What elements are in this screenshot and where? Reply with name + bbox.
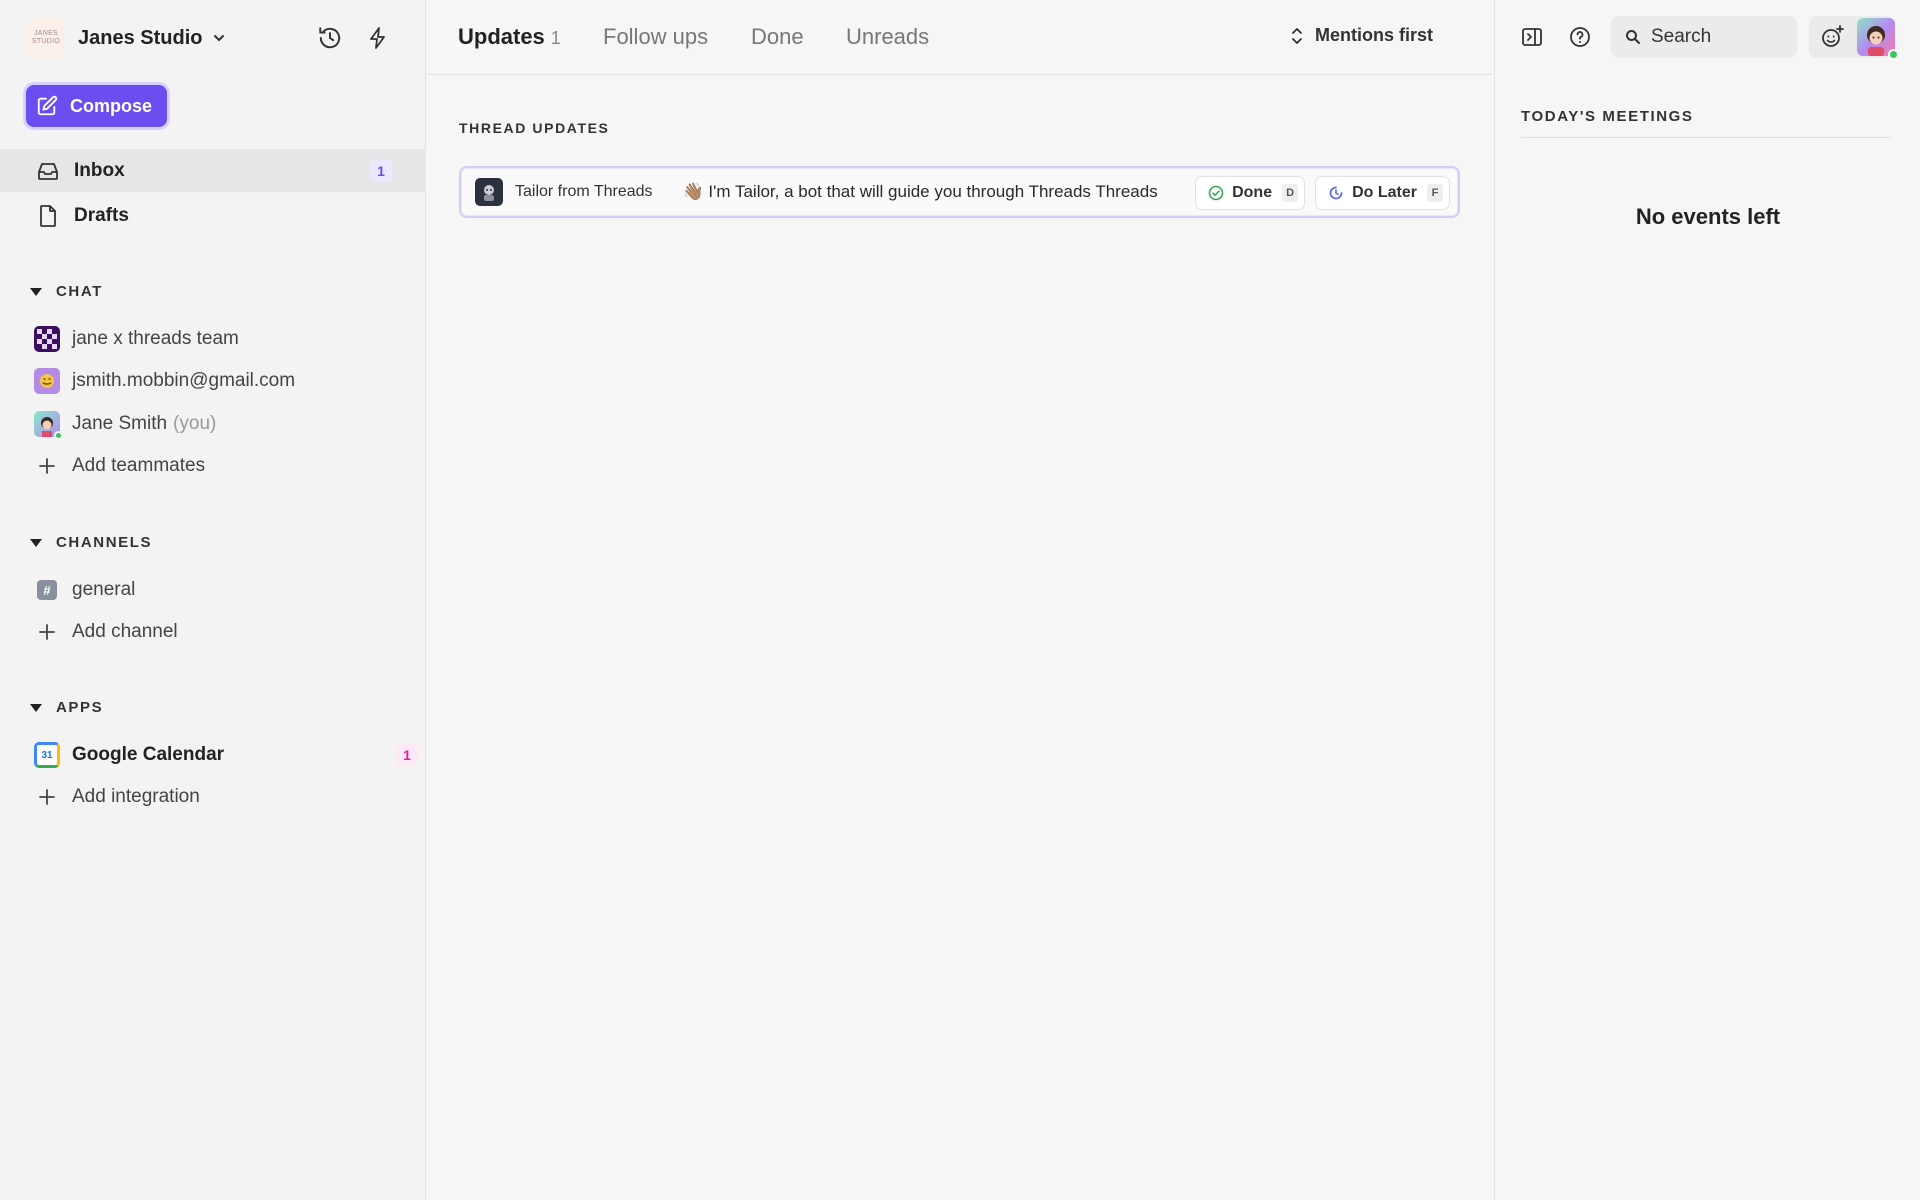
section-header: APPS [56,699,104,716]
workspace-name: Janes Studio [78,26,203,49]
chat-item-team[interactable]: jane x threads team [34,322,239,356]
compose-icon [37,95,58,116]
tab-updates[interactable]: Updates 1 [458,24,561,50]
inbox-icon [38,162,58,180]
compose-label: Compose [70,95,153,116]
chat-item-label: jsmith.mobbin@gmail.com [72,370,296,391]
meetings-heading: TODAY'S MEETINGS [1521,108,1694,125]
hash-icon: # [37,580,57,600]
compose-button[interactable]: Compose [26,85,167,127]
tab-done[interactable]: Done [751,24,804,50]
section-header: CHAT [56,283,103,300]
add-label: Add teammates [72,455,206,476]
sidebar: JANES STUDIO Janes Studio Compose Inbox … [0,0,426,1200]
add-integration-button[interactable]: Add integration [34,780,200,814]
section-header: CHANNELS [56,534,153,551]
workspace-logo: JANES STUDIO [26,18,66,58]
chat-item-self[interactable]: Jane Smith (you) [34,407,216,441]
help-icon[interactable] [1565,22,1595,52]
add-teammates-button[interactable]: Add teammates [34,449,205,483]
caret-down-icon [30,703,42,712]
app-item-google-calendar[interactable]: 31 Google Calendar 1 [34,738,418,772]
done-label: Done [1232,184,1273,201]
caret-down-icon [30,538,42,547]
channel-item-label: general [72,579,136,600]
app-count-badge: 1 [396,744,418,766]
calendar-icon-text: 31 [41,749,53,761]
plus-icon [34,453,60,479]
search-icon [1626,30,1640,44]
tab-follow-ups[interactable]: Follow ups [603,24,708,50]
inbox-count-badge: 1 [370,160,392,182]
history-icon[interactable] [316,24,344,52]
sidebar-item-label: Inbox [74,159,125,181]
tab-label: Updates [458,24,545,49]
bot-avatar-icon [475,178,503,206]
do-later-label: Do Later [1352,184,1417,201]
add-status-icon[interactable] [1817,22,1847,52]
divider [1521,137,1891,138]
online-status-dot [1888,49,1899,60]
user-avatar-icon [34,411,63,440]
tab-count: 1 [550,28,561,48]
google-calendar-icon: 31 [34,742,60,768]
chat-item-label: Jane Smith [72,413,168,434]
right-panel: Search TODAY'S MEETINGS No events left [1494,0,1920,1200]
thread-updates-heading: THREAD UPDATES [459,120,610,136]
app-item-label: Google Calendar [72,744,225,765]
caret-down-icon [30,287,42,296]
do-later-shortcut: F [1427,184,1443,202]
chevron-down-icon [214,35,225,41]
sidebar-item-inbox[interactable]: Inbox 1 [0,149,426,192]
toggle-panel-icon[interactable] [1517,22,1547,52]
sort-dropdown[interactable]: Mentions first [1289,25,1433,46]
workspace-switcher[interactable]: JANES STUDIO Janes Studio [26,18,226,58]
tab-label: Unreads [846,24,930,49]
mark-done-button[interactable]: Done D [1195,176,1306,210]
add-label: Add integration [72,786,200,807]
online-status-dot [54,431,63,440]
done-shortcut: D [1282,184,1299,202]
search-placeholder: Search [1651,26,1712,47]
thread-sender: Tailor from Threads [515,183,653,200]
chat-item-jsmith[interactable]: jsmith.mobbin@gmail.com [34,364,295,398]
tab-bar: Updates 1 Follow ups Done Unreads Mention… [427,0,1493,75]
channel-item-general[interactable]: # general [34,573,135,607]
section-apps[interactable]: APPS [30,699,103,716]
current-user-avatar[interactable] [1857,18,1899,60]
you-suffix: (you) [173,413,217,434]
tab-label: Follow ups [603,24,709,49]
do-later-button[interactable]: Do Later F [1315,176,1450,210]
plus-icon [34,619,60,645]
emoji-avatar-icon [34,368,60,394]
section-channels[interactable]: CHANNELS [30,534,152,551]
lightning-icon[interactable] [364,24,392,52]
tab-label: Done [751,24,804,49]
sort-updown-icon [1292,27,1302,44]
check-circle-icon [1208,185,1224,201]
thread-actions: Done D Do Later F [1195,176,1450,210]
file-icon [40,204,56,227]
tab-unreads[interactable]: Unreads [846,24,929,50]
chat-item-label: jane x threads team [72,328,239,349]
sort-label: Mentions first [1315,25,1434,45]
add-label: Add channel [72,621,178,642]
search-input[interactable]: Search [1611,16,1797,58]
sidebar-item-label: Drafts [74,204,129,226]
empty-state-text: No events left [1635,204,1781,229]
group-avatar-icon [34,326,60,352]
thread-message-preview: 👋🏽 I'm Tailor, a bot that will guide you… [682,182,1158,201]
sidebar-item-drafts[interactable]: Drafts [0,194,426,237]
thread-update-row[interactable]: Tailor from Threads 👋🏽 I'm Tailor, a bot… [459,166,1460,218]
section-chat[interactable]: CHAT [30,283,103,300]
snooze-icon [1329,186,1343,200]
main-panel: Updates 1 Follow ups Done Unreads Mention… [427,0,1493,1200]
plus-icon [34,784,60,810]
add-channel-button[interactable]: Add channel [34,615,178,649]
